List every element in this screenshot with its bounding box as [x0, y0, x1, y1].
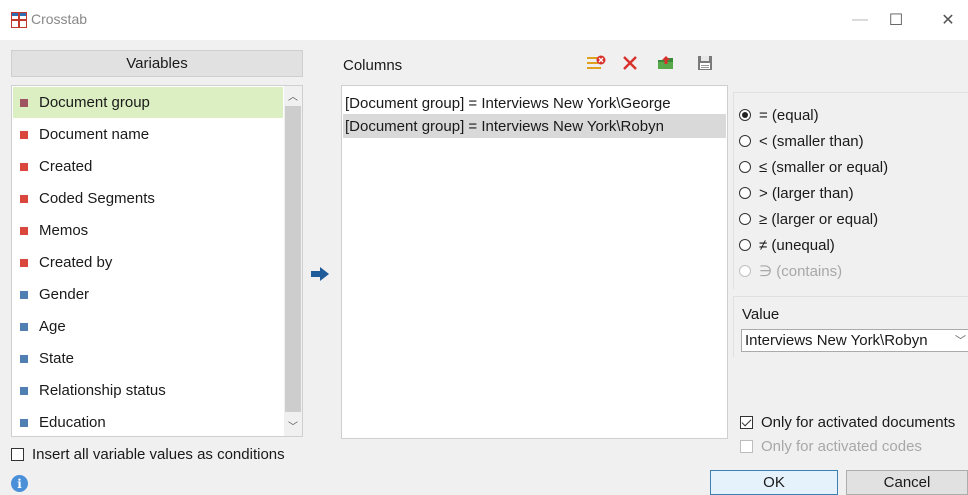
radio-button[interactable] [739, 135, 751, 147]
window-title: Crosstab [31, 11, 88, 27]
variable-item-gender[interactable]: Gender [13, 279, 283, 310]
remove-filter-icon[interactable] [585, 52, 607, 74]
scroll-down-icon[interactable]: ﹀ [284, 416, 302, 434]
variable-label: Gender [39, 286, 90, 303]
save-icon[interactable] [694, 52, 716, 74]
columns-list[interactable]: [Document group] = Interviews New York\G… [341, 85, 728, 439]
title-bar: Crosstab — ☐ ✕ [0, 0, 968, 40]
variable-color-marker [20, 354, 28, 363]
radio-button [739, 265, 751, 277]
variable-label: Age [39, 318, 66, 335]
only-activated-codes-checkbox [740, 440, 753, 453]
open-folder-icon[interactable] [655, 52, 677, 74]
insert-all-checkbox[interactable] [11, 448, 24, 461]
value-panel: Value Interviews New York\Robyn ﹀ [733, 296, 968, 357]
columns-label: Columns [343, 57, 403, 74]
operator-label: ≥ (larger or equal) [759, 210, 879, 228]
operator-label: ≠ (unequal) [759, 236, 835, 254]
variable-label: Memos [39, 222, 89, 239]
variable-label: Created [39, 158, 93, 175]
radio-button[interactable] [739, 161, 751, 173]
close-window-button[interactable]: ✕ [936, 8, 960, 32]
variable-color-marker [20, 130, 28, 139]
operator-contains: ∋ (contains) [739, 259, 842, 283]
variable-item-document-group[interactable]: Document group [13, 87, 283, 118]
only-activated-documents-option[interactable]: Only for activated documents [740, 414, 955, 431]
variable-color-marker [20, 418, 28, 427]
insert-all-option[interactable]: Insert all variable values as conditions [11, 446, 285, 463]
operator-larger-or-equal[interactable]: ≥ (larger or equal) [739, 207, 878, 231]
operator-label: = (equal) [759, 106, 819, 124]
column-condition-item[interactable]: [Document group] = Interviews New York\R… [343, 114, 726, 138]
operator-unequal[interactable]: ≠ (unequal) [739, 233, 835, 257]
variable-label: Relationship status [39, 382, 166, 399]
ok-button[interactable]: OK [710, 470, 838, 495]
variable-color-marker [20, 162, 28, 171]
add-to-columns-arrow-icon[interactable] [309, 265, 331, 283]
cancel-button[interactable]: Cancel [846, 470, 968, 495]
variable-label: Created by [39, 254, 113, 271]
operator-label: > (larger than) [759, 184, 854, 202]
value-dropdown[interactable]: Interviews New York\Robyn ﹀ [741, 329, 968, 352]
scroll-thumb[interactable] [285, 106, 301, 412]
variable-color-marker [20, 226, 28, 235]
variable-label: State [39, 350, 75, 367]
variable-color-marker [20, 386, 28, 395]
variable-label: Coded Segments [39, 190, 155, 207]
info-icon[interactable]: i [11, 475, 28, 492]
column-condition-item[interactable]: [Document group] = Interviews New York\G… [343, 91, 726, 115]
variable-color-marker [20, 98, 28, 107]
variable-item-relationship-status[interactable]: Relationship status [13, 375, 283, 406]
operators-panel: = (equal) < (smaller than) ≤ (smaller or… [733, 92, 968, 289]
operator-label: ∋ (contains) [759, 263, 843, 280]
variable-color-marker [20, 290, 28, 299]
only-activated-documents-checkbox[interactable] [740, 416, 753, 429]
operator-smaller-than[interactable]: < (smaller than) [739, 129, 864, 153]
operator-label: ≤ (smaller or equal) [759, 158, 889, 176]
radio-button[interactable] [739, 213, 751, 225]
value-selected-text: Interviews New York\Robyn [745, 332, 928, 349]
variable-item-document-name[interactable]: Document name [13, 119, 283, 150]
variable-item-state[interactable]: State [13, 343, 283, 374]
operator-smaller-or-equal[interactable]: ≤ (smaller or equal) [739, 155, 888, 179]
variable-item-coded-segments[interactable]: Coded Segments [13, 183, 283, 214]
insert-all-label: Insert all variable values as conditions [32, 446, 285, 463]
variable-label: Education [39, 414, 106, 431]
chevron-down-icon: ﹀ [955, 335, 966, 347]
variable-color-marker [20, 194, 28, 203]
variables-header: Variables [11, 50, 303, 77]
variable-item-memos[interactable]: Memos [13, 215, 283, 246]
variable-item-created-by[interactable]: Created by [13, 247, 283, 278]
maximize-button[interactable]: ☐ [884, 8, 908, 32]
variables-scrollbar[interactable]: ︿ ﹀ [284, 86, 302, 436]
minimize-button[interactable]: — [848, 8, 872, 32]
scroll-up-icon[interactable]: ︿ [284, 86, 302, 104]
delete-icon[interactable] [619, 52, 641, 74]
operator-equal[interactable]: = (equal) [739, 103, 819, 127]
variables-list[interactable]: Document group Document name Created Cod… [11, 85, 303, 437]
crosstab-app-icon [11, 12, 27, 28]
variable-item-created[interactable]: Created [13, 151, 283, 182]
only-activated-codes-option: Only for activated codes [740, 438, 922, 455]
value-label: Value [742, 306, 780, 323]
variable-item-age[interactable]: Age [13, 311, 283, 342]
only-activated-codes-label: Only for activated codes [761, 438, 922, 455]
variable-color-marker [20, 322, 28, 331]
variable-label: Document name [39, 126, 150, 143]
operator-label: < (smaller than) [759, 132, 864, 150]
only-activated-documents-label: Only for activated documents [761, 414, 956, 431]
radio-button[interactable] [739, 187, 751, 199]
radio-button[interactable] [739, 109, 751, 121]
operator-larger-than[interactable]: > (larger than) [739, 181, 854, 205]
variable-item-education[interactable]: Education [13, 407, 283, 436]
variable-label: Document group [39, 94, 150, 111]
radio-button[interactable] [739, 239, 751, 251]
variable-color-marker [20, 258, 28, 267]
